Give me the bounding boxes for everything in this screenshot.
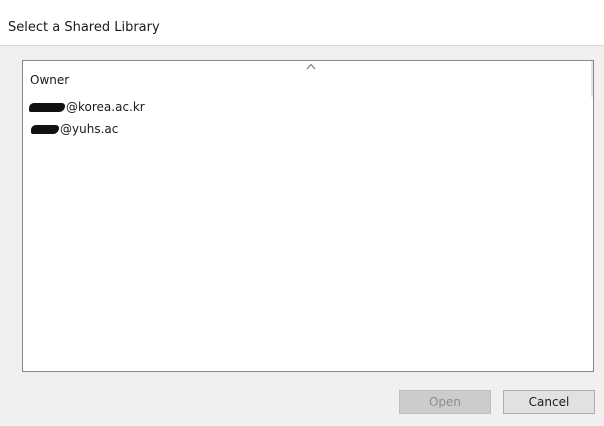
list-item[interactable]: @yuhs.ac xyxy=(29,120,118,138)
select-shared-library-dialog: Select a Shared Library Owner @korea.ac.… xyxy=(0,0,604,426)
list-item[interactable]: @korea.ac.kr xyxy=(29,98,145,116)
dialog-title: Select a Shared Library xyxy=(8,20,160,35)
list-header-row[interactable]: Owner xyxy=(23,61,593,89)
chevron-up-icon xyxy=(306,63,316,70)
library-owner-list[interactable]: Owner @korea.ac.kr @yuhs.ac xyxy=(22,60,594,372)
open-button[interactable]: Open xyxy=(399,390,491,414)
redacted-text xyxy=(29,102,65,112)
redacted-text xyxy=(31,124,59,134)
owner-email: @korea.ac.kr xyxy=(66,100,145,114)
dialog-title-bar: Select a Shared Library xyxy=(0,0,604,46)
owner-email: @yuhs.ac xyxy=(60,122,119,136)
column-header-owner[interactable]: Owner xyxy=(30,73,69,87)
cancel-button[interactable]: Cancel xyxy=(503,390,595,414)
